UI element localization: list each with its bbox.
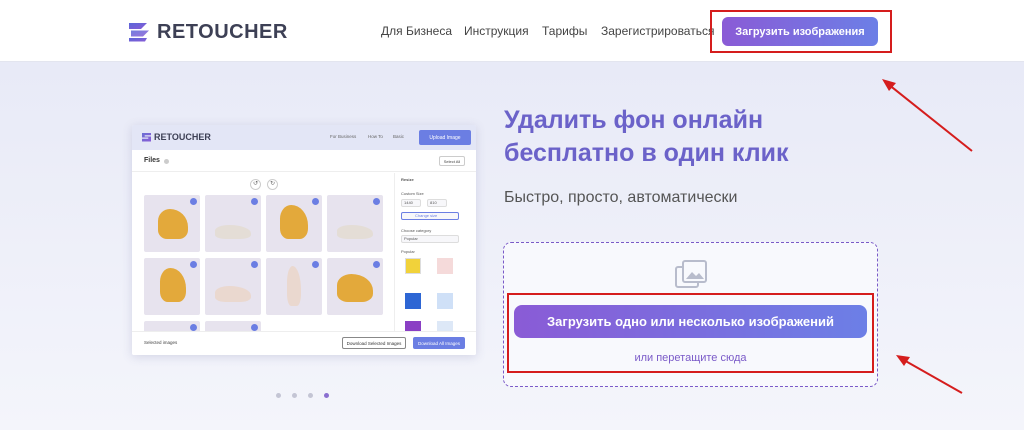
hero-subtitle: Быстро, просто, автоматически	[504, 189, 738, 206]
preview-choose-category: Choose category	[401, 228, 432, 233]
preview-files-count	[164, 159, 169, 164]
nav-register[interactable]: Зарегистрироваться	[601, 24, 714, 38]
preview-width: 1440	[404, 200, 413, 205]
preview-logo-text: RETOUCHER	[154, 132, 211, 142]
preview-change-size: Change size	[415, 213, 438, 218]
carousel-dot[interactable]	[292, 393, 297, 398]
preview-thumb	[327, 195, 383, 252]
preview-thumb	[266, 195, 322, 252]
undo-icon: ↺	[250, 179, 261, 190]
carousel-dot[interactable]	[276, 393, 281, 398]
preview-nav-business: For Business	[330, 134, 357, 139]
preview-sidebar: Resize Custom Size 1440 810 Change size …	[394, 173, 468, 331]
preview-thumb	[266, 258, 322, 315]
carousel-dot-active[interactable]	[324, 393, 329, 398]
hero-title: Удалить фон онлайн бесплатно в один клик	[504, 106, 789, 167]
preview-files-label: Files	[144, 157, 160, 164]
preview-footer: Selected images Download Selected Images…	[132, 331, 476, 355]
preview-thumb	[144, 258, 200, 315]
preview-thumb	[205, 195, 261, 252]
preview-category-value: Popular	[404, 236, 418, 241]
redo-icon: ↻	[267, 179, 278, 190]
logo-icon	[129, 23, 149, 42]
images-icon	[675, 260, 707, 288]
nav-instructions[interactable]: Инструкция	[464, 24, 529, 38]
preview-upload-button: Upload Image	[419, 130, 471, 145]
preview-logo-icon	[142, 132, 151, 142]
nav-business[interactable]: Для Бизнеса	[381, 24, 452, 38]
preview-thumb	[144, 195, 200, 252]
preview-selected-label: Selected images	[144, 340, 178, 345]
preview-custom-size: Custom Size	[401, 191, 424, 196]
annotation-box-header	[710, 10, 892, 53]
preview-logo: RETOUCHER	[142, 132, 211, 142]
carousel-dot[interactable]	[308, 393, 313, 398]
logo[interactable]: RETOUCHER	[127, 18, 288, 46]
preview-tools: ↺ ↻	[250, 179, 278, 190]
preview-popular: Popular	[401, 249, 415, 254]
preview-resize: Resize	[401, 177, 414, 182]
annotation-box-dropzone	[507, 293, 874, 373]
preview-header: RETOUCHER For Business How To Basic Uplo…	[132, 125, 476, 150]
preview-nav-howto: How To	[368, 134, 383, 139]
preview-height: 810	[430, 200, 437, 205]
preview-download-all: Download All Images	[413, 337, 465, 349]
app-preview-image: RETOUCHER For Business How To Basic Uplo…	[132, 125, 476, 355]
carousel-dots	[276, 393, 329, 398]
logo-text: RETOUCHER	[157, 20, 288, 43]
preview-divider	[132, 171, 476, 172]
preview-download-selected: Download Selected Images	[342, 337, 406, 349]
preview-select-all: Select All	[439, 156, 465, 166]
preview-thumb	[205, 258, 261, 315]
nav-pricing[interactable]: Тарифы	[542, 24, 587, 38]
preview-thumb	[327, 258, 383, 315]
preview-nav-basic: Basic	[393, 134, 405, 139]
